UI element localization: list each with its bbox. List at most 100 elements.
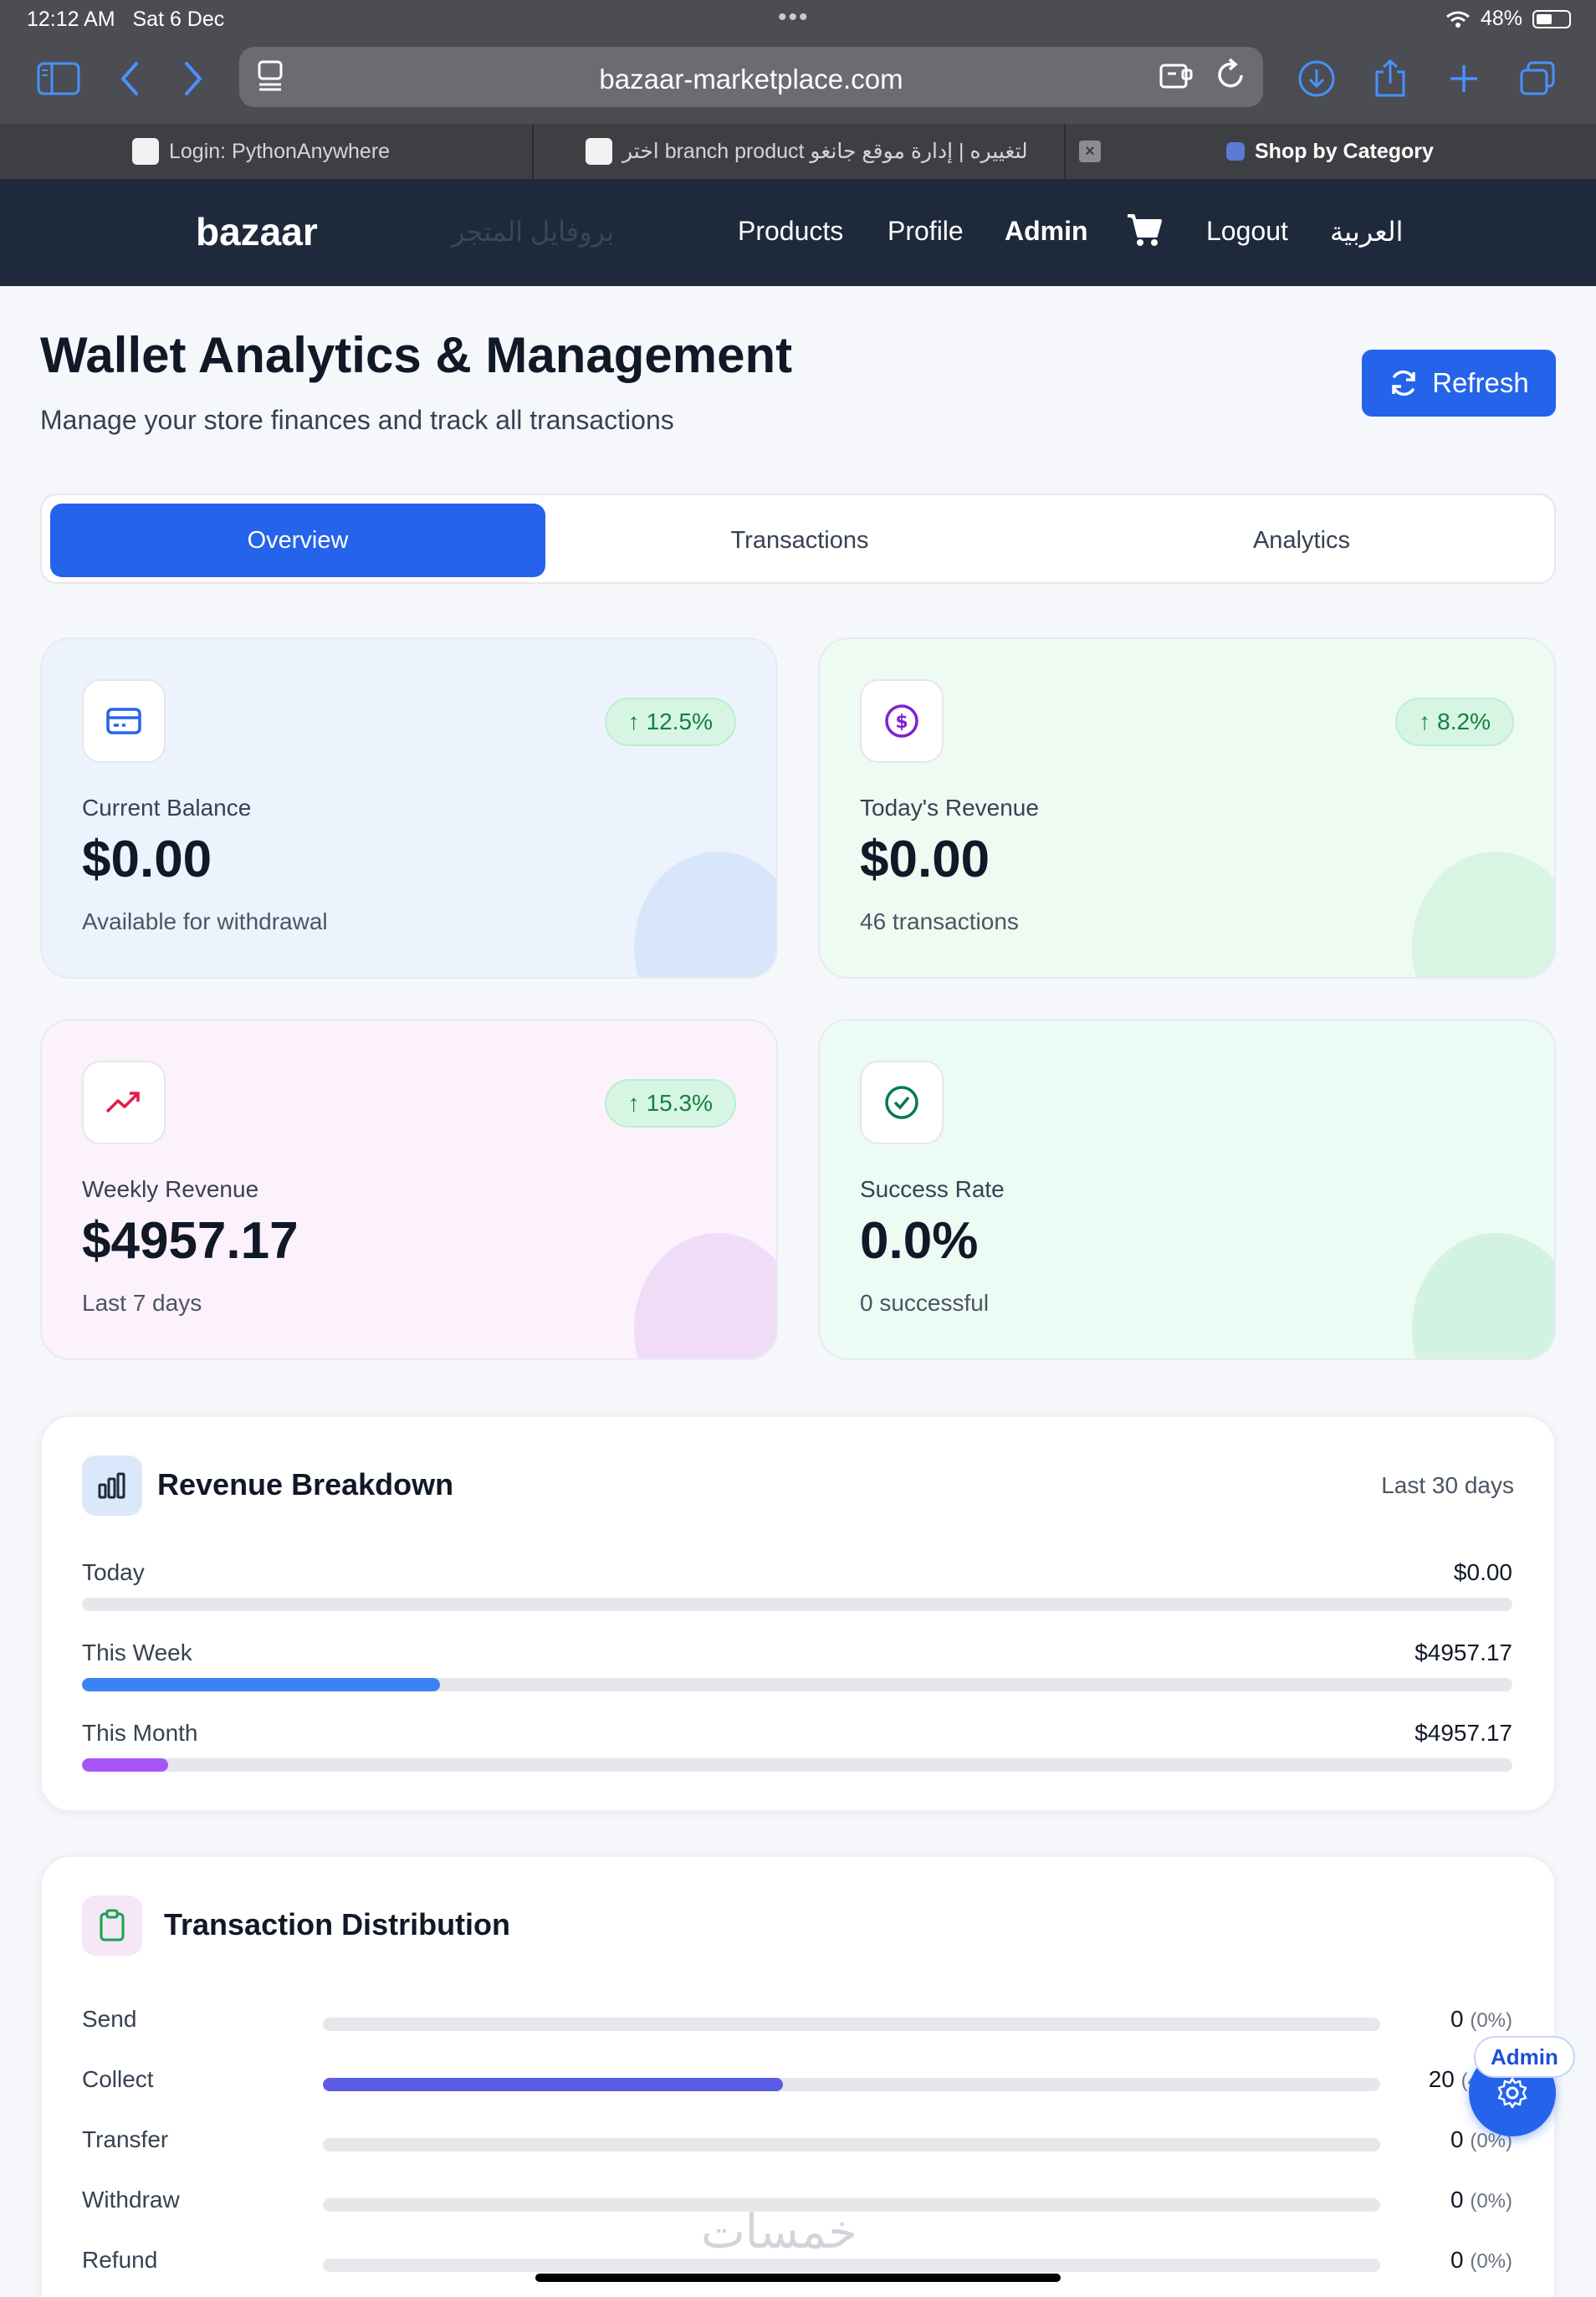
status-bar: 12:12 AM Sat 6 Dec ••• 48% bbox=[0, 0, 1596, 38]
tab-overview[interactable]: Overview bbox=[50, 504, 545, 577]
arrow-up-icon: ↑ bbox=[627, 709, 640, 734]
shop-favicon-icon bbox=[1226, 142, 1245, 161]
distribution-value: 0 (0%) bbox=[1450, 2187, 1512, 2213]
nav-products[interactable]: Products bbox=[738, 216, 843, 247]
wifi-icon bbox=[1446, 11, 1470, 28]
revenue-row-value: $0.00 bbox=[1453, 1559, 1512, 1585]
card-value: $0.00 bbox=[82, 831, 212, 888]
revenue-row-label: Today bbox=[82, 1559, 145, 1585]
refresh-button[interactable]: Refresh bbox=[1362, 350, 1556, 417]
browser-toolbar: bazaar-marketplace.com bbox=[0, 38, 1596, 124]
reload-icon[interactable] bbox=[1215, 57, 1248, 98]
multitask-dots[interactable]: ••• bbox=[778, 3, 810, 32]
distribution-value: 0 (0%) bbox=[1450, 2006, 1512, 2032]
revenue-breakdown-title: Revenue Breakdown bbox=[157, 1467, 454, 1501]
back-icon[interactable] bbox=[105, 55, 156, 102]
extension-icon[interactable] bbox=[1158, 59, 1194, 96]
page-title: Wallet Analytics & Management bbox=[40, 327, 793, 383]
home-indicator[interactable] bbox=[535, 2274, 1061, 2282]
trend-badge: ↑ 12.5% bbox=[604, 698, 736, 746]
tab-overview-icon[interactable] bbox=[1512, 55, 1563, 102]
trend-badge: ↑ 15.3% bbox=[604, 1079, 736, 1128]
arrow-up-icon: ↑ bbox=[627, 1090, 640, 1116]
sidebar-icon[interactable] bbox=[33, 55, 84, 102]
card-label: Weekly Revenue bbox=[82, 1176, 259, 1202]
svg-text:$: $ bbox=[895, 712, 908, 733]
distribution-row: Collect 20 (4 bbox=[82, 2066, 1512, 2100]
brand-logo[interactable]: bazaar bbox=[196, 209, 318, 254]
card-label: Success Rate bbox=[860, 1176, 1005, 1202]
revenue-breakdown-panel: Revenue Breakdown Last 30 days Today $0.… bbox=[40, 1415, 1556, 1812]
card-value: $4957.17 bbox=[82, 1212, 299, 1270]
card-subtext: 46 transactions bbox=[860, 908, 1019, 934]
dollar-circle-icon: $ bbox=[860, 679, 944, 763]
django-favicon-icon bbox=[586, 138, 612, 165]
card-label: Today's Revenue bbox=[860, 795, 1039, 821]
transaction-distribution-title: Transaction Distribution bbox=[164, 1907, 511, 1941]
clipboard-icon bbox=[82, 1895, 142, 1956]
card-value: 0.0% bbox=[860, 1212, 979, 1270]
status-right: 48% bbox=[1445, 7, 1571, 31]
browser-tab-shop[interactable]: Shop by Category bbox=[1226, 124, 1434, 179]
trending-up-icon bbox=[82, 1061, 166, 1144]
browser-tabs: Login: PythonAnywhere اختر branch produc… bbox=[0, 124, 1596, 179]
new-tab-icon[interactable] bbox=[1439, 55, 1489, 102]
refresh-label: Refresh bbox=[1432, 367, 1529, 398]
revenue-bar-fill bbox=[82, 1678, 440, 1691]
forward-icon[interactable] bbox=[167, 55, 217, 102]
store-profile-ghost-text: بروفايل المتجر bbox=[452, 217, 615, 247]
distribution-bar-fill bbox=[323, 2078, 783, 2091]
current-balance-card: ↑ 12.5% Current Balance $0.00 Available f… bbox=[40, 637, 778, 979]
close-tab-icon[interactable]: × bbox=[1079, 141, 1101, 162]
share-icon[interactable] bbox=[1365, 55, 1415, 102]
check-circle-icon bbox=[860, 1061, 944, 1144]
card-subtext: Last 7 days bbox=[82, 1290, 202, 1316]
tab-label: Login: PythonAnywhere bbox=[169, 139, 391, 163]
revenue-row-value: $4957.17 bbox=[1414, 1720, 1512, 1746]
gear-icon bbox=[1497, 2077, 1527, 2109]
nav-profile[interactable]: Profile bbox=[888, 216, 964, 247]
admin-fab-label[interactable]: Admin bbox=[1474, 2036, 1575, 2078]
tab-analytics[interactable]: Analytics bbox=[1054, 504, 1549, 577]
distribution-label: Withdraw bbox=[82, 2187, 180, 2213]
period-label: Last 30 days bbox=[1381, 1472, 1514, 1498]
trend-badge: ↑ 8.2% bbox=[1395, 698, 1514, 746]
tab-transactions[interactable]: Transactions bbox=[552, 504, 1047, 577]
distribution-label: Refund bbox=[82, 2247, 158, 2273]
weekly-revenue-card: ↑ 15.3% Weekly Revenue $4957.17 Last 7 da… bbox=[40, 1019, 778, 1360]
distribution-label: Transfer bbox=[82, 2126, 169, 2152]
browser-tab-django-admin[interactable]: اختر branch product لتغييره | إدارة موقع… bbox=[586, 124, 1028, 179]
wallet-tabs: Overview Transactions Analytics bbox=[40, 494, 1556, 584]
tab-label: Shop by Category bbox=[1255, 139, 1434, 163]
card-value: $0.00 bbox=[860, 831, 990, 888]
tab-label: اختر branch product لتغييره | إدارة موقع… bbox=[622, 140, 1028, 163]
nav-language-arabic[interactable]: العربية bbox=[1330, 216, 1403, 248]
distribution-label: Collect bbox=[82, 2066, 154, 2092]
revenue-row-label: This Month bbox=[82, 1720, 198, 1746]
battery-icon bbox=[1532, 9, 1571, 28]
card-subtext: 0 successful bbox=[860, 1290, 990, 1316]
status-time: 12:12 AM Sat 6 Dec bbox=[27, 8, 225, 31]
todays-revenue-card: $ ↑ 8.2% Today's Revenue $0.00 46 transac… bbox=[818, 637, 1556, 979]
success-rate-card: Success Rate 0.0% 0 successful bbox=[818, 1019, 1556, 1360]
url-text[interactable]: bazaar-marketplace.com bbox=[239, 64, 1263, 95]
page-subtitle: Manage your store finances and track all… bbox=[40, 405, 674, 435]
nav-logout[interactable]: Logout bbox=[1206, 216, 1288, 247]
battery-percent: 48% bbox=[1480, 7, 1522, 30]
distribution-label: Send bbox=[82, 2006, 137, 2032]
watermark-text: خمسات bbox=[701, 2205, 857, 2259]
nav-admin[interactable]: Admin bbox=[1005, 216, 1088, 247]
card-subtext: Available for withdrawal bbox=[82, 908, 328, 934]
revenue-bar-fill bbox=[82, 1758, 168, 1772]
refresh-icon bbox=[1392, 370, 1415, 396]
card-label: Current Balance bbox=[82, 795, 252, 821]
address-bar[interactable]: bazaar-marketplace.com bbox=[239, 47, 1263, 107]
arrow-up-icon: ↑ bbox=[1419, 709, 1431, 734]
distribution-row: Transfer 0 (0%) bbox=[82, 2126, 1512, 2160]
download-icon[interactable] bbox=[1292, 55, 1342, 102]
bar-chart-icon bbox=[82, 1455, 142, 1516]
revenue-row-value: $4957.17 bbox=[1414, 1640, 1512, 1665]
cart-icon[interactable] bbox=[1126, 212, 1163, 254]
credit-card-icon bbox=[82, 679, 166, 763]
browser-tab-login[interactable]: Login: PythonAnywhere bbox=[132, 124, 390, 179]
